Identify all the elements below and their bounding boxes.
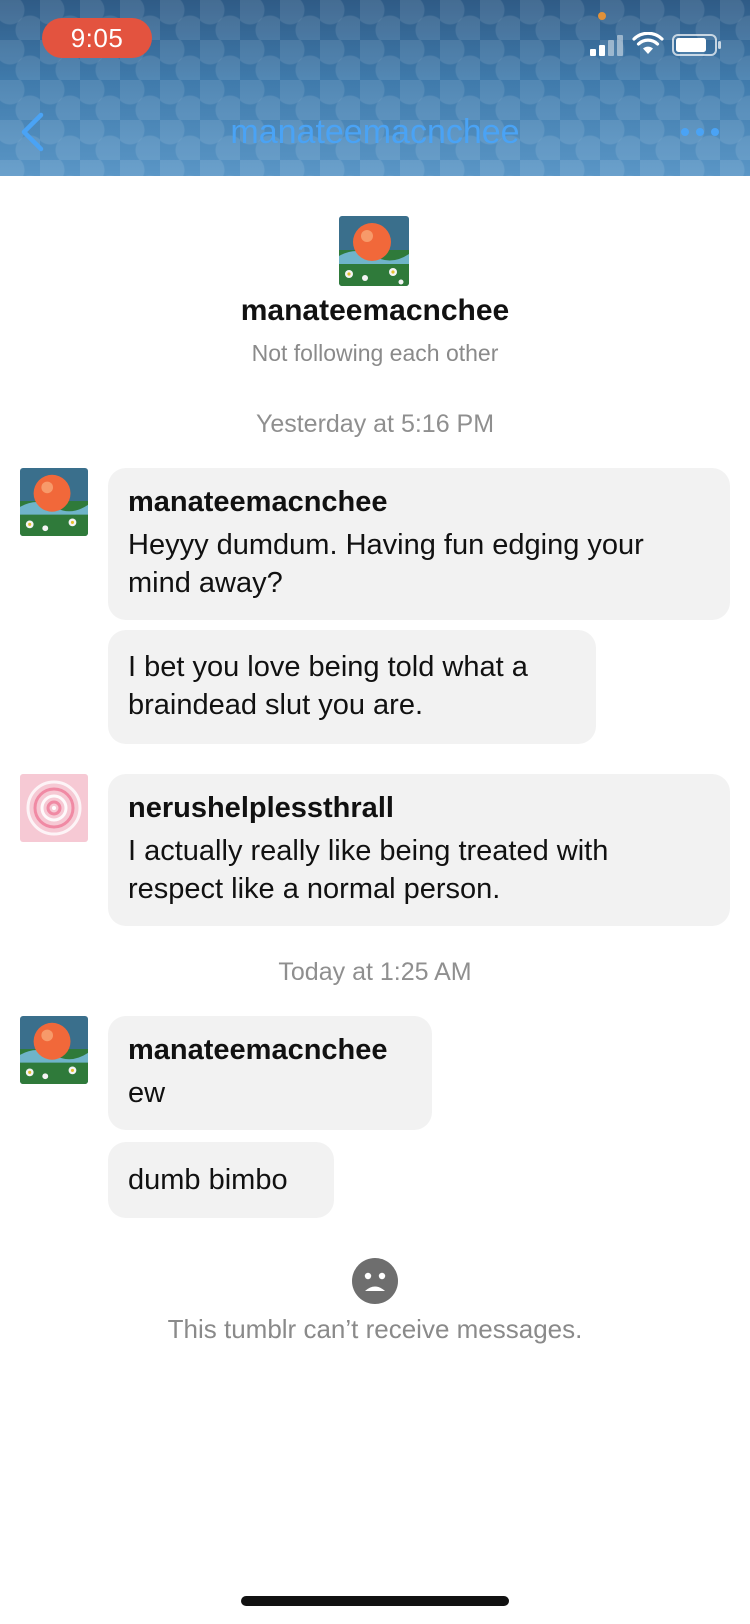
message-bubble[interactable]: nerushelplessthrall I actually really li…	[108, 774, 730, 926]
ellipsis-icon	[681, 128, 719, 136]
message-text: dumb bimbo	[128, 1164, 288, 1196]
message-bubble[interactable]: manateemacnchee ew	[108, 1016, 432, 1130]
home-indicator[interactable]	[241, 1596, 509, 1606]
status-time: 9:05	[42, 18, 152, 58]
battery-icon	[672, 34, 721, 56]
profile-avatar[interactable]	[339, 216, 409, 286]
wifi-icon	[632, 32, 664, 54]
follow-status: Not following each other	[251, 340, 499, 366]
sad-face-icon	[352, 1258, 398, 1304]
cannot-receive-notice: This tumblr can’t receive messages.	[167, 1314, 583, 1344]
manatee-avatar-image	[339, 216, 409, 286]
more-options-button[interactable]	[672, 108, 728, 156]
message-bubble[interactable]: dumb bimbo	[108, 1142, 334, 1218]
message-bubble[interactable]: manateemacnchee Heyyy dumdum. Having fun…	[108, 468, 730, 620]
message-text: ew	[128, 1077, 166, 1109]
message-text: Heyyy dumdum. Having fun edging your min…	[128, 529, 644, 599]
spiral-avatar-image	[20, 774, 88, 842]
cellular-signal-icon	[590, 35, 623, 56]
message-text: I bet you love being told what a brainde…	[128, 651, 528, 721]
message-sender: manateemacnchee	[128, 1034, 388, 1066]
message-text: I actually really like being treated wit…	[128, 835, 609, 905]
message-sender: nerushelplessthrall	[128, 792, 394, 824]
manatee-avatar-image	[20, 468, 88, 536]
timestamp: Today at 1:25 AM	[278, 958, 472, 986]
message-bubble[interactable]: I bet you love being told what a brainde…	[108, 630, 596, 744]
message-sender: manateemacnchee	[128, 486, 388, 518]
privacy-indicator-dot	[598, 12, 606, 20]
conversation-title: manateemacnchee	[230, 113, 520, 151]
avatar[interactable]	[20, 468, 88, 536]
manatee-avatar-image	[20, 1016, 88, 1084]
header-bar: 9:05 manateemacnchee	[0, 0, 750, 176]
profile-name[interactable]: manateemacnchee	[0, 294, 750, 328]
avatar[interactable]	[20, 774, 88, 842]
avatar[interactable]	[20, 1016, 88, 1084]
timestamp: Yesterday at 5:16 PM	[255, 410, 495, 438]
